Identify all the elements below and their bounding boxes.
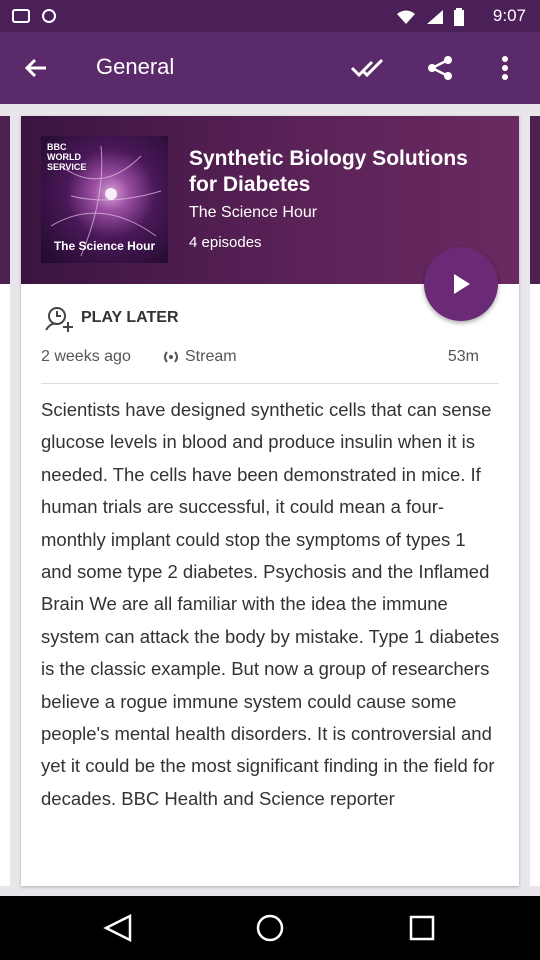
system-icons bbox=[396, 8, 464, 26]
page-title: General bbox=[96, 54, 175, 79]
check-all-icon[interactable] bbox=[350, 52, 384, 84]
published-age: 2 weeks ago bbox=[41, 348, 131, 365]
stream-label: Stream bbox=[185, 348, 237, 365]
share-icon[interactable] bbox=[423, 52, 457, 84]
next-card-peek[interactable] bbox=[530, 116, 540, 886]
play-later-button[interactable]: PLAY LATER bbox=[43, 302, 179, 334]
play-later-label: PLAY LATER bbox=[81, 309, 179, 326]
podcast-artwork: BBC WORLD SERVICE The Science Hour bbox=[41, 136, 168, 263]
artwork-brand: BBC WORLD SERVICE bbox=[47, 142, 87, 172]
artwork-show-title: The Science Hour bbox=[53, 239, 156, 253]
status-bar: 9:07 bbox=[0, 0, 540, 32]
nav-back-icon[interactable] bbox=[102, 913, 134, 943]
stream-icon bbox=[164, 351, 178, 363]
episode-card: BBC WORLD SERVICE The Science Hour Synth… bbox=[21, 116, 519, 886]
duration: 53m bbox=[447, 348, 479, 365]
battery-icon bbox=[454, 8, 464, 26]
show-name[interactable]: The Science Hour bbox=[189, 204, 317, 222]
notification-icon bbox=[42, 9, 56, 23]
app-bar: General bbox=[0, 32, 540, 104]
notification-icons bbox=[12, 8, 58, 24]
system-nav-bar bbox=[0, 896, 540, 960]
back-arrow-icon[interactable] bbox=[20, 54, 52, 82]
episode-description: Scientists have designed synthetic cells… bbox=[41, 399, 500, 809]
nav-home-icon[interactable] bbox=[254, 914, 286, 942]
episode-title: Synthetic Biology Solutions for Diabetes bbox=[189, 147, 468, 196]
divider bbox=[41, 383, 499, 384]
play-icon bbox=[454, 274, 470, 294]
episode-count: 4 episodes bbox=[189, 234, 262, 251]
play-later-icon bbox=[45, 307, 73, 332]
nav-recents-icon[interactable] bbox=[406, 914, 438, 942]
clock: 9:07 bbox=[492, 6, 526, 25]
signal-icon bbox=[427, 10, 443, 24]
notification-icon bbox=[12, 9, 30, 23]
more-vert-icon[interactable] bbox=[488, 52, 522, 84]
stream-indicator: Stream bbox=[161, 348, 237, 366]
episode-meta: 2 weeks ago Stream 53m bbox=[41, 348, 499, 372]
previous-card-peek[interactable] bbox=[0, 116, 10, 886]
wifi-icon bbox=[397, 10, 415, 24]
play-button[interactable] bbox=[424, 247, 498, 321]
